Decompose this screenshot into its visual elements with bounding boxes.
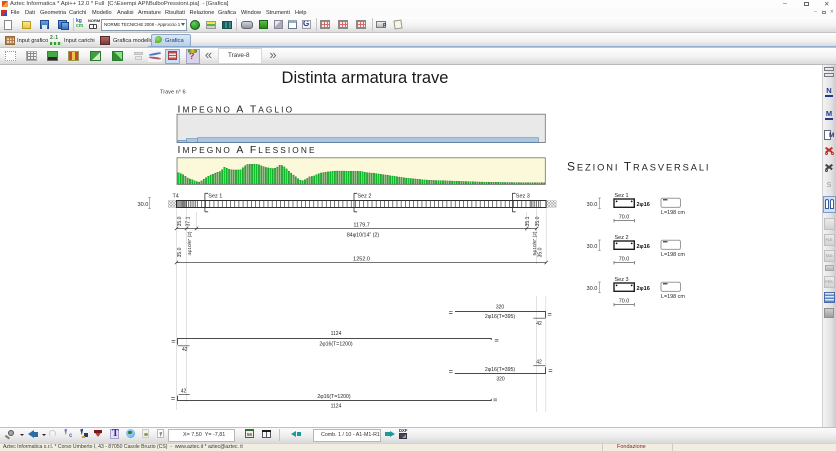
svg-text:2φ16(T=1200): 2φ16(T=1200) <box>319 342 352 348</box>
svg-text:1124: 1124 <box>331 403 342 409</box>
svg-text:L=198 cm: L=198 cm <box>661 210 685 216</box>
svg-text:42: 42 <box>182 347 188 353</box>
svg-text:IMPEGNO A FLESSIONE: IMPEGNO A FLESSIONE <box>178 145 317 156</box>
svg-text:35.0: 35.0 <box>535 216 541 226</box>
svg-text:84φ10/14” (2): 84φ10/14” (2) <box>347 233 380 239</box>
svg-text:L=198 cm: L=198 cm <box>661 252 685 258</box>
svg-text:42: 42 <box>181 388 187 394</box>
svg-text:1252.0: 1252.0 <box>353 257 370 263</box>
svg-text:2φ16(T=395): 2φ16(T=395) <box>485 367 516 373</box>
svg-text:Sez 2: Sez 2 <box>357 194 371 200</box>
svg-text:35.1: 35.1 <box>525 216 531 226</box>
svg-text:1124: 1124 <box>331 331 342 337</box>
svg-text:30.0: 30.0 <box>587 286 598 292</box>
svg-text:2φ16(T=395): 2φ16(T=395) <box>485 314 516 320</box>
svg-text:30.0: 30.0 <box>587 244 598 250</box>
svg-text:Sez 1: Sez 1 <box>208 194 222 200</box>
svg-text:2φ16(T=1200): 2φ16(T=1200) <box>317 394 350 400</box>
svg-text:2φ16: 2φ16 <box>637 244 650 250</box>
svg-text:4φ10/6” (2): 4φ10/6” (2) <box>187 231 193 255</box>
svg-text:42: 42 <box>536 321 542 327</box>
svg-text:35.0: 35.0 <box>177 247 183 257</box>
svg-text:35.0: 35.0 <box>177 216 183 226</box>
svg-text:T4: T4 <box>173 194 179 200</box>
svg-text:30.0: 30.0 <box>587 202 598 208</box>
svg-text:2φ16: 2φ16 <box>637 286 650 292</box>
svg-text:70.0: 70.0 <box>619 215 630 221</box>
svg-text:320: 320 <box>496 377 505 383</box>
svg-text:35.0: 35.0 <box>537 247 543 257</box>
svg-text:2φ16: 2φ16 <box>637 202 650 208</box>
svg-text:1179.7: 1179.7 <box>353 223 369 229</box>
svg-text:42: 42 <box>536 360 542 366</box>
svg-text:70.0: 70.0 <box>619 257 630 263</box>
svg-text:30.0: 30.0 <box>138 202 149 208</box>
svg-text:SEZIONI TRASVERSALI: SEZIONI TRASVERSALI <box>567 160 710 174</box>
svg-text:L=198 cm: L=198 cm <box>661 294 685 300</box>
svg-text:320: 320 <box>496 304 505 310</box>
svg-text:70.0: 70.0 <box>619 299 630 305</box>
svg-text:37.1: 37.1 <box>186 216 192 226</box>
svg-text:Sez 3: Sez 3 <box>516 194 530 200</box>
svg-text:Distinta armatura trave: Distinta armatura trave <box>282 69 449 87</box>
svg-text:Trave n° 6: Trave n° 6 <box>160 90 186 96</box>
